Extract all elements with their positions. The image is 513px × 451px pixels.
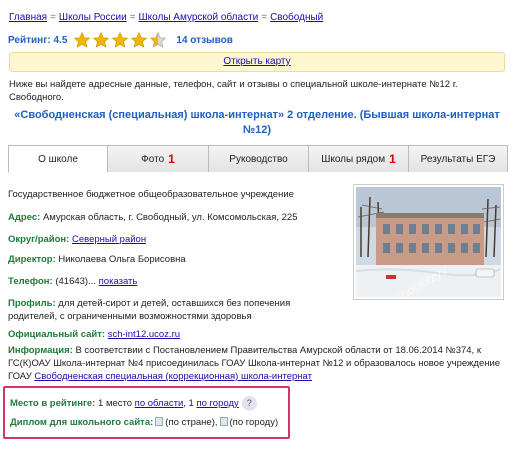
information-block: Информация: В соответствии с Постановлен… (8, 344, 508, 383)
star-icon (131, 31, 148, 48)
open-map-bar: Открыть карту (9, 52, 505, 72)
half-star-icon (150, 31, 167, 48)
profile-row: Профиль: для детей-сирот и детей, оставш… (8, 298, 291, 309)
ranking-city-link[interactable]: по городу (196, 398, 238, 409)
district-link[interactable]: Северный район (72, 234, 146, 245)
breadcrumb-home[interactable]: Главная (9, 12, 47, 23)
tab-photo[interactable]: Фото 1 (107, 145, 209, 172)
star-icon (112, 31, 129, 48)
rating-value: 4.5 (53, 34, 68, 46)
school-building-image: schoolotzyv (356, 187, 501, 297)
tab-nearby-schools[interactable]: Школы рядом 1 (308, 145, 409, 172)
open-map-link[interactable]: Открыть карту (223, 56, 290, 67)
site-row: Официальный сайт: sch-int12.ucoz.ru (8, 329, 181, 340)
tab-nearby-count: 1 (389, 152, 396, 166)
tabs: О школе Фото 1 Руководство Школы рядом 1 Р… (8, 145, 508, 173)
diploma-row: Диплом для школьного сайта: (по стране),(… (10, 417, 279, 428)
intro-text: Ниже вы найдете адресные данные, телефон… (9, 79, 458, 103)
star-icon (74, 31, 91, 48)
diploma-country-image-icon[interactable] (155, 417, 164, 426)
site-link[interactable]: sch-int12.ucoz.ru (108, 329, 180, 340)
school-photo[interactable]: schoolotzyv (353, 184, 504, 300)
info-line-3: ГОАУ Свободненская специальная (коррекци… (8, 371, 312, 382)
address-row: Адрес: Амурская область, г. Свободный, у… (8, 212, 298, 223)
rating-label: Рейтинг: 4.5 (8, 34, 68, 46)
breadcrumb-separator: = (50, 12, 56, 23)
star-rating[interactable] (73, 31, 168, 49)
star-icon (93, 31, 110, 48)
org-type: Государственное бюджетное общеобразовате… (8, 189, 294, 200)
director-value: Николаева Ольга Борисовна (58, 254, 186, 265)
breadcrumb-svobodny[interactable]: Свободный (270, 12, 323, 23)
ranking-place-row: Место в рейтинге: 1 место по области, 1 … (10, 396, 257, 411)
breadcrumb: Главная = Школы России = Школы Амурской обла… (9, 12, 323, 23)
district-row: Округ/район: Северный район (8, 234, 147, 245)
successor-school-link[interactable]: Свободненская специальная (коррекционная… (34, 371, 312, 382)
help-icon[interactable]: ? (241, 396, 257, 411)
diploma-city-image-icon[interactable] (219, 417, 228, 426)
info-line-2: ГС(К)ОАУ Школа-интернат №4 присоединилас… (8, 358, 501, 369)
phone-value: (41643)... (55, 276, 97, 287)
breadcrumb-separator: = (129, 12, 136, 23)
reviews-link[interactable]: 14 отзывов (176, 35, 232, 46)
tab-exam-results[interactable]: Результаты ЕГЭ (408, 145, 508, 172)
info-line-1: Информация: В соответствии с Постановлен… (8, 345, 481, 356)
ranking-box: Место в рейтинге: 1 место по области, 1 … (3, 386, 290, 439)
rating-row: Рейтинг: 4.5 14 отзывов (8, 30, 233, 50)
tab-about[interactable]: О школе (8, 145, 108, 173)
breadcrumb-separator: = (261, 12, 268, 23)
phone-row: Телефон: (41643)... показать (8, 276, 138, 287)
breadcrumb-amur-schools[interactable]: Школы Амурской области (139, 12, 259, 23)
address-value: Амурская область, г. Свободный, ул. Комс… (42, 212, 298, 223)
profile-row-cont: родителей, с ограниченными возможностями… (8, 311, 252, 322)
breadcrumb-russia-schools[interactable]: Школы России (59, 12, 127, 23)
director-row: Директор: Николаева Ольга Борисовна (8, 254, 186, 265)
school-title: «Свободненская (специальная) школа-интер… (14, 109, 500, 136)
ranking-region-link[interactable]: по области (135, 398, 184, 409)
tab-photo-count: 1 (168, 152, 175, 166)
tab-management[interactable]: Руководство (208, 145, 309, 172)
show-phone-link[interactable]: показать (99, 276, 138, 287)
